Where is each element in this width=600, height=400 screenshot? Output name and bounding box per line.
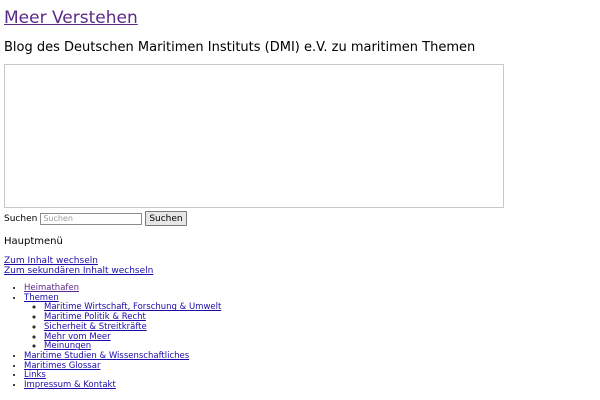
main-menu-heading: Hauptmenü bbox=[4, 236, 63, 247]
search-input[interactable] bbox=[40, 212, 143, 225]
header-image-placeholder bbox=[4, 64, 504, 208]
skip-to-secondary-link[interactable]: Zum sekundären Inhalt wechseln bbox=[4, 266, 153, 276]
menu-item-glossar: Maritimes Glossar bbox=[24, 361, 221, 372]
skip-to-content-link[interactable]: Zum Inhalt wechseln bbox=[4, 256, 153, 266]
submenu-link-meinungen[interactable]: Meinungen bbox=[44, 341, 91, 351]
menu-item-impressum: Impressum & Kontakt bbox=[24, 380, 221, 391]
site-title-link[interactable]: Meer Verstehen bbox=[4, 8, 138, 28]
site-description: Blog des Deutschen Maritimen Instituts (… bbox=[4, 40, 476, 55]
submenu-link-politik[interactable]: Maritime Politik & Recht bbox=[44, 312, 146, 322]
menu-link-heimathafen[interactable]: Heimathafen bbox=[24, 283, 79, 293]
submenu-link-sicherheit[interactable]: Sicherheit & Streitkräfte bbox=[44, 322, 147, 332]
menu-item-themen: Themen Maritime Wirtschaft, Forschung & … bbox=[24, 293, 221, 352]
search-label: Suchen bbox=[4, 213, 38, 224]
search-button[interactable]: Suchen bbox=[145, 211, 187, 226]
menu-link-impressum[interactable]: Impressum & Kontakt bbox=[24, 380, 116, 390]
submenu-link-mehr-vom-meer[interactable]: Mehr vom Meer bbox=[44, 332, 111, 342]
menu-link-links[interactable]: Links bbox=[24, 370, 46, 380]
skip-links: Zum Inhalt wechseln Zum sekundären Inhal… bbox=[4, 256, 153, 276]
menu-link-themen[interactable]: Themen bbox=[24, 293, 59, 303]
main-menu: Heimathafen Themen Maritime Wirtschaft, … bbox=[0, 283, 221, 391]
menu-link-glossar[interactable]: Maritimes Glossar bbox=[24, 361, 100, 371]
search-form: Suchen Suchen bbox=[4, 211, 187, 226]
submenu-link-wirtschaft[interactable]: Maritime Wirtschaft, Forschung & Umwelt bbox=[44, 302, 221, 313]
submenu-themen: Maritime Wirtschaft, Forschung & Umwelt … bbox=[24, 303, 221, 352]
menu-link-studien[interactable]: Maritime Studien & Wissenschaftliches bbox=[24, 351, 189, 361]
